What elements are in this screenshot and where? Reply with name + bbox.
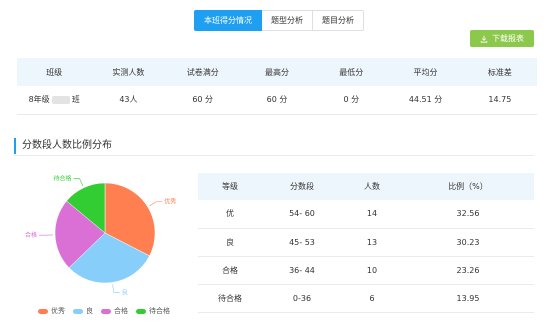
table-row: 良 45- 53 13 30.23 [198,228,534,257]
legend-label: 优秀 [51,307,65,315]
std-value: 14.75 [462,86,537,115]
class-name: 8年级 班 [17,86,92,115]
header-ratio: 比例（%） [402,173,534,200]
download-report-button[interactable]: 下载报表 [470,30,534,47]
ratio-cell: 30.23 [402,228,534,257]
legend-swatch [73,308,83,314]
table-row: 优 54- 60 14 32.56 [198,200,534,229]
pie-label-2: 合格 [25,231,37,239]
header-std: 标准差 [462,58,537,86]
full-score-value: 60 分 [165,86,240,115]
chart-legend: 优秀 良 合格 待合格 [38,306,170,316]
download-label: 下载报表 [492,34,524,43]
people-cell: 14 [342,200,402,229]
summary-table: 班级 实测人数 试卷满分 最高分 最低分 平均分 标准差 8年级 班 43人 60… [17,58,537,115]
ratio-cell: 32.56 [402,200,534,229]
download-icon [480,35,488,43]
header-count: 实测人数 [91,58,166,86]
people-cell: 10 [342,256,402,285]
avg-value: 44.51 分 [388,86,463,115]
pie-leader-3 [73,178,84,187]
legend-swatch [136,308,146,314]
header-people: 人数 [342,173,402,200]
header-min: 最低分 [314,58,389,86]
grade-table: 等级 分数段 人数 比例（%） 优 54- 60 14 32.56 良 45- … [198,173,534,313]
legend-item[interactable]: 优秀 [38,306,65,316]
header-grade: 等级 [198,173,262,200]
grade-cell: 良 [198,228,262,257]
legend-item[interactable]: 良 [73,306,93,316]
min-value: 0 分 [314,86,389,115]
pie-chart: 优秀良合格 待合格 [20,165,190,320]
pie-label-1: 良 [122,288,128,296]
class-suffix: 班 [71,95,80,105]
pie-label-3: 待合格 [54,175,72,183]
grade-cell: 待合格 [198,284,262,313]
table-row: 8年级 班 43人 60 分 60 分 0 分 44.51 分 14.75 [17,86,537,115]
range-cell: 54- 60 [262,200,342,229]
legend-item[interactable]: 待合格 [136,306,170,316]
legend-swatch [38,308,48,314]
table-row: 合格 36- 44 10 23.26 [198,256,534,285]
people-cell: 13 [342,228,402,257]
pie-label-0: 优秀 [164,198,176,206]
pie-leader-0 [149,201,163,207]
grade-cell: 优 [198,200,262,229]
grade-cell: 合格 [198,256,262,285]
range-cell: 0-36 [262,284,342,313]
max-value: 60 分 [239,86,315,115]
header-avg: 平均分 [388,58,463,86]
legend-label: 合格 [114,307,128,315]
range-cell: 45- 53 [262,228,342,257]
redacted-text [51,95,70,104]
ratio-cell: 13.95 [402,284,534,313]
people-cell: 6 [342,284,402,313]
header-full-score: 试卷满分 [165,58,240,86]
tab-class-score[interactable]: 本班得分情况 [194,10,262,31]
legend-swatch [101,308,111,314]
tab-question-type[interactable]: 题型分析 [262,10,313,31]
legend-label: 良 [86,307,93,315]
pie-leader-1 [112,284,120,293]
tab-question[interactable]: 题目分析 [313,10,364,31]
table-row: 待合格 0-36 6 13.95 [198,284,534,313]
header-range: 分数段 [262,173,342,200]
legend-item[interactable]: 合格 [101,306,128,316]
ratio-cell: 23.26 [402,256,534,285]
legend-label: 待合格 [149,307,170,315]
section-divider [14,155,534,156]
section-title: 分数段人数比例分布 [14,138,112,154]
pie-svg: 优秀良 合格 待合格 [25,175,176,297]
header-max: 最高分 [239,58,315,86]
range-cell: 36- 44 [262,256,342,285]
report-tabs: 本班得分情况 题型分析 题目分析 [194,10,364,31]
count-value: 43人 [91,86,166,115]
header-class: 班级 [17,58,92,86]
class-prefix: 8年级 [28,95,50,105]
